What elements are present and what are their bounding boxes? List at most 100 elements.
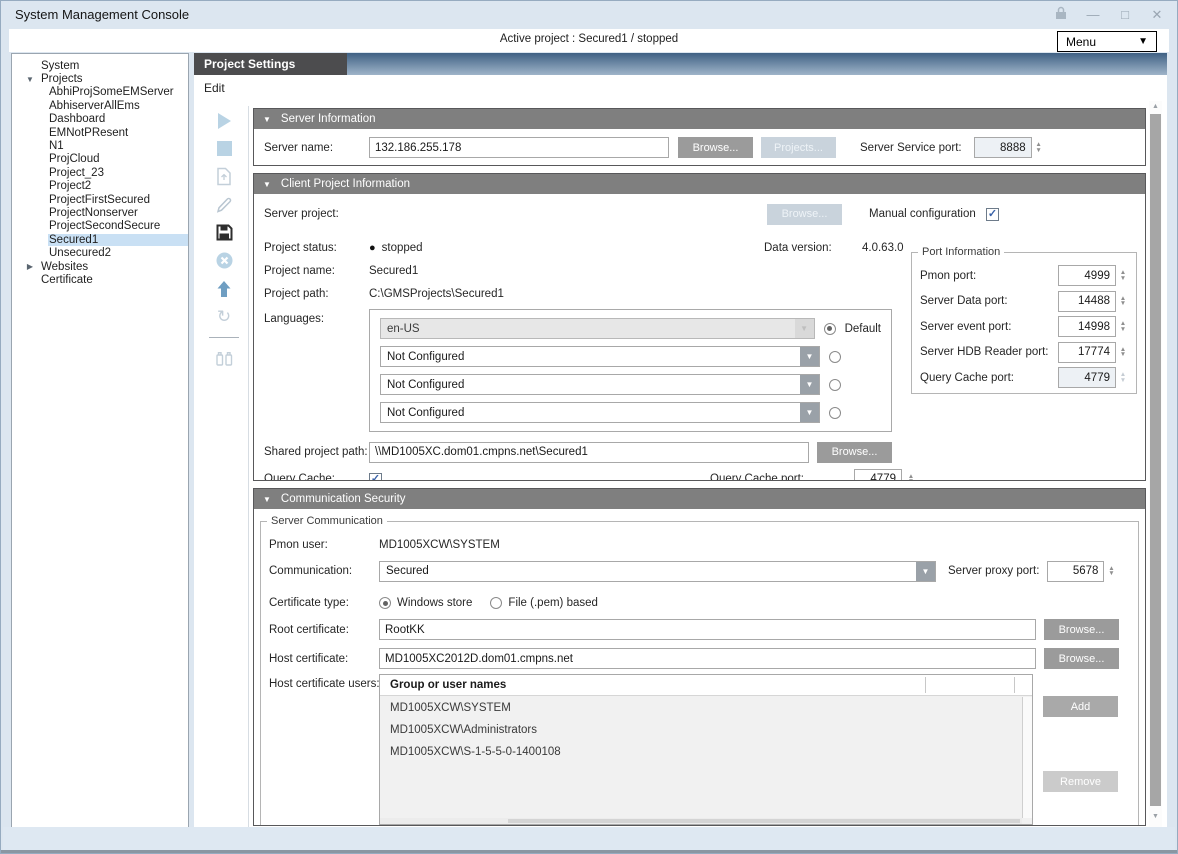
server-browse-button[interactable]: Browse... (678, 137, 753, 158)
server-proxy-port-input[interactable] (1047, 561, 1104, 582)
service-port-spinner[interactable]: ▲▼ (1034, 142, 1044, 153)
host-certificate-input[interactable] (379, 648, 1036, 669)
app-window: System Management Console ― □ ✕ Active p… (0, 0, 1178, 854)
service-port-input[interactable] (974, 137, 1032, 158)
language-combo-1[interactable]: en-US▼ (380, 318, 815, 339)
shared-path-browse-button[interactable]: Browse... (817, 442, 892, 463)
tree-item-websites[interactable]: ▶Websites (12, 260, 188, 273)
query-cache-checkbox[interactable]: ✓ (369, 473, 382, 482)
save-icon[interactable] (214, 223, 234, 242)
tree-item-abhiserverallems[interactable]: AbhiserverAllEms (12, 99, 188, 112)
tree-item-projectfirstsecured[interactable]: ProjectFirstSecured (12, 193, 188, 206)
project-path-label: Project path: (264, 288, 369, 300)
language-default-radio-2[interactable] (829, 351, 841, 363)
tree-item-project2[interactable]: Project2 (12, 180, 188, 193)
certificate-type-label: Certificate type: (269, 597, 379, 609)
port-spinner[interactable]: ▲▼ (1118, 270, 1128, 281)
close-button[interactable]: ✕ (1149, 7, 1165, 23)
delete-icon[interactable] (214, 251, 234, 270)
tree-item-dashboard[interactable]: Dashboard (12, 113, 188, 126)
column-separator[interactable] (1014, 677, 1015, 693)
port-spinner[interactable]: ▲▼ (1118, 347, 1128, 358)
chevron-collapsed-icon[interactable]: ▶ (20, 262, 40, 271)
status-dot-icon: ● (369, 242, 376, 254)
shared-project-path-input[interactable] (369, 442, 809, 463)
root-certificate-browse-button[interactable]: Browse... (1044, 619, 1119, 640)
port-input-query-cache-port-[interactable] (1058, 367, 1116, 388)
tree-item-projectsecondsecure[interactable]: ProjectSecondSecure (12, 220, 188, 233)
start-icon[interactable] (214, 111, 234, 130)
server-project-browse-button[interactable]: Browse... (767, 204, 842, 225)
query-cache-port-input[interactable] (854, 469, 902, 482)
tree-item-system[interactable]: System (12, 59, 188, 72)
compare-icon[interactable] (214, 349, 234, 368)
language-default-radio-4[interactable] (829, 407, 841, 419)
upgrade-icon[interactable] (214, 279, 234, 298)
tree-item-unsecured2[interactable]: Unsecured2 (12, 246, 188, 259)
minimize-button[interactable]: ― (1085, 7, 1101, 23)
remove-user-button[interactable]: Remove (1043, 771, 1118, 792)
tree-item-projectnonserver[interactable]: ProjectNonserver (12, 206, 188, 219)
chevron-down-icon[interactable]: ▼ (800, 375, 819, 394)
tree-item-emnotpresent[interactable]: EMNotPResent (12, 126, 188, 139)
server-proxy-port-spinner[interactable]: ▲▼ (1106, 566, 1116, 577)
users-vertical-scrollbar[interactable] (1022, 697, 1032, 818)
column-separator[interactable] (925, 677, 926, 693)
cert-type-radio-file-pem-based[interactable] (490, 597, 502, 609)
communication-combo[interactable]: Secured ▼ (379, 561, 936, 582)
port-input-server-data-port-[interactable] (1058, 291, 1116, 312)
client-project-information-header[interactable]: ▼ Client Project Information (254, 174, 1145, 194)
users-horizontal-scrollbar[interactable] (380, 818, 1022, 824)
add-user-button[interactable]: Add (1043, 696, 1118, 717)
tree-item-project-23[interactable]: Project_23 (12, 166, 188, 179)
tree-item-abhiprojsomeemserver[interactable]: AbhiProjSomeEMServer (12, 86, 188, 99)
server-name-input[interactable] (369, 137, 669, 158)
tree-item-projects[interactable]: ▼Projects (12, 72, 188, 85)
host-certificate-browse-button[interactable]: Browse... (1044, 648, 1119, 669)
user-row-md1005xcw-s-1-5-5-0-1400108[interactable]: MD1005XCW\S-1-5-5-0-1400108 (380, 741, 1022, 763)
language-combo-2[interactable]: Not Configured▼ (380, 346, 820, 367)
user-row-md1005xcw-system[interactable]: MD1005XCW\SYSTEM (380, 697, 1022, 719)
tab-project-settings[interactable]: Project Settings (194, 53, 347, 75)
edit-icon[interactable] (214, 195, 234, 214)
stop-icon[interactable] (214, 139, 234, 158)
language-default-radio-1[interactable] (824, 323, 836, 335)
scroll-down-icon[interactable]: ▼ (1149, 813, 1162, 820)
language-default-radio-3[interactable] (829, 379, 841, 391)
tree-item-secured1[interactable]: Secured1 (12, 233, 188, 246)
cert-type-radio-windows-store[interactable] (379, 597, 391, 609)
tree-item-n1[interactable]: N1 (12, 139, 188, 152)
manual-configuration-checkbox[interactable]: ✓ (986, 208, 999, 221)
language-combo-4[interactable]: Not Configured▼ (380, 402, 820, 423)
save-as-icon[interactable] (214, 167, 234, 186)
scroll-up-icon[interactable]: ▲ (1149, 103, 1162, 110)
maximize-button[interactable]: □ (1117, 7, 1133, 23)
chevron-down-icon[interactable]: ▼ (800, 347, 819, 366)
server-information-header[interactable]: ▼ Server Information (254, 109, 1145, 129)
edit-menu[interactable]: Edit (194, 79, 235, 97)
tree-item-projcloud[interactable]: ProjCloud (12, 153, 188, 166)
query-cache-port-spinner[interactable]: ▲▼ (906, 474, 916, 482)
languages-label: Languages: (264, 309, 369, 325)
port-input-server-hdb-reader-port-[interactable] (1058, 342, 1116, 363)
language-combo-3[interactable]: Not Configured▼ (380, 374, 820, 395)
toolbar-divider (248, 106, 249, 827)
main-vertical-scrollbar[interactable]: ▲ ▼ (1149, 101, 1162, 828)
scrollbar-thumb[interactable] (1150, 114, 1161, 806)
chevron-down-icon[interactable]: ▼ (916, 562, 935, 581)
root-certificate-input[interactable] (379, 619, 1036, 640)
port-spinner[interactable]: ▲▼ (1118, 321, 1128, 332)
projects-button[interactable]: Projects... (761, 137, 836, 158)
communication-security-header[interactable]: ▼ Communication Security (254, 489, 1145, 509)
tree-item-certificate[interactable]: Certificate (12, 273, 188, 286)
chevron-expanded-icon[interactable]: ▼ (20, 75, 40, 84)
menu-button[interactable]: Menu ▼ (1057, 31, 1157, 52)
cert-type-option-windows-store[interactable]: Windows store (379, 597, 472, 609)
restore-icon[interactable]: ↻ (214, 307, 234, 326)
port-input-pmon-port-[interactable] (1058, 265, 1116, 286)
port-spinner[interactable]: ▲▼ (1118, 296, 1128, 307)
chevron-down-icon[interactable]: ▼ (800, 403, 819, 422)
cert-type-option-file-pem-based[interactable]: File (.pem) based (490, 597, 597, 609)
port-input-server-event-port-[interactable] (1058, 316, 1116, 337)
user-row-md1005xcw-administrators[interactable]: MD1005XCW\Administrators (380, 719, 1022, 741)
